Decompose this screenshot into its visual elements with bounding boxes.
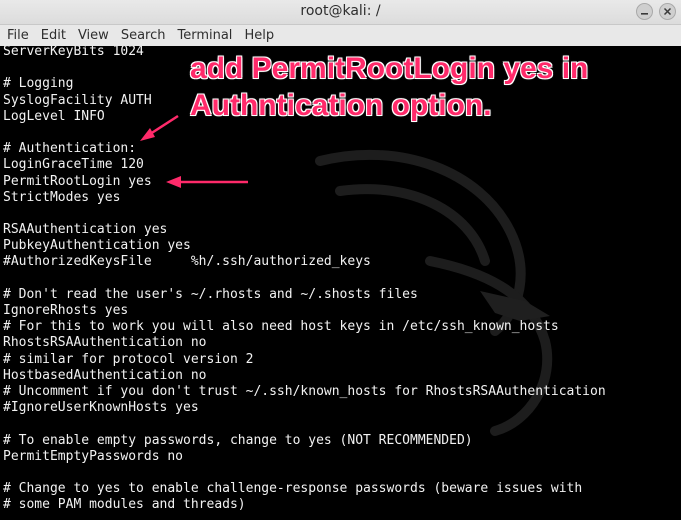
terminal-line: #IgnoreUserKnownHosts yes	[3, 400, 199, 416]
terminal-line: StrictModes yes	[3, 189, 121, 205]
terminal-line: IgnoreRhosts yes	[3, 303, 129, 318]
annotation-line-2: Authntication option.	[190, 89, 492, 122]
minimize-icon	[641, 13, 648, 15]
terminal-line: RhostsRSAAuthentication no	[3, 335, 207, 351]
window-title: root@kali: /	[300, 3, 381, 19]
terminal-line: PermitEmptyPasswords no	[3, 448, 184, 464]
menu-file[interactable]: File	[0, 28, 34, 43]
terminal-line: # Don't read the user's ~/.rhosts and ~/…	[3, 286, 418, 302]
title-bar[interactable]: root@kali: /	[0, 0, 681, 25]
close-icon	[663, 7, 672, 16]
terminal-line: PermitRootLogin yes	[3, 173, 152, 189]
close-button[interactable]	[659, 3, 676, 20]
terminal-window: root@kali: / File Edit View Search Termi…	[0, 0, 681, 520]
annotation-callout: add PermitRootLogin yes in Authntication…	[190, 50, 670, 124]
terminal-line: RSAAuthentication yes	[3, 222, 168, 238]
terminal-line: # To enable empty passwords, change to y…	[3, 432, 473, 448]
terminal-line: # Change to yes to enable challenge-resp…	[3, 481, 583, 497]
terminal-line: LoginGraceTime 120	[3, 157, 144, 173]
menu-edit[interactable]: Edit	[34, 28, 71, 43]
annotation-line-1: add PermitRootLogin yes in	[190, 52, 589, 85]
terminal-line: # similar for protocol version 2	[3, 351, 254, 367]
menu-search[interactable]: Search	[114, 28, 171, 43]
menu-help[interactable]: Help	[237, 28, 279, 43]
minimize-button[interactable]	[636, 3, 653, 20]
terminal-line: # some PAM modules and threads)	[3, 497, 246, 513]
terminal-line: #AuthorizedKeysFile %h/.ssh/authorized_k…	[3, 254, 371, 270]
menu-bar: File Edit View Search Terminal Help	[0, 25, 681, 47]
menu-view[interactable]: View	[71, 28, 114, 43]
terminal-line: # Uncomment if you don't trust ~/.ssh/kn…	[3, 383, 606, 399]
terminal-line: HostbasedAuthentication no	[3, 367, 207, 383]
terminal-line: PubkeyAuthentication yes	[3, 238, 191, 254]
terminal-line: # For this to work you will also need ho…	[3, 319, 559, 335]
menu-terminal[interactable]: Terminal	[170, 28, 237, 43]
terminal-line: # Authentication:	[3, 141, 137, 157]
